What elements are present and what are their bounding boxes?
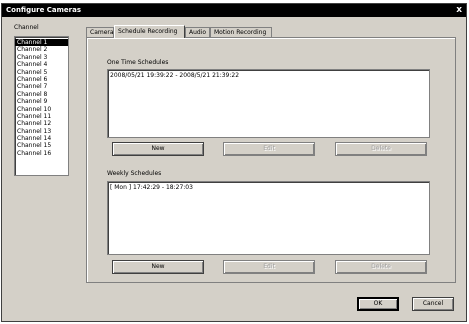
close-icon[interactable]: x [456, 4, 462, 17]
channel-item[interactable]: Channel 9 [15, 98, 68, 105]
weekly-new-button[interactable]: New [112, 260, 204, 274]
tab-schedule-recording[interactable]: Schedule Recording [114, 25, 185, 38]
channel-item[interactable]: Channel 4 [15, 61, 68, 68]
channel-item[interactable]: Channel 12 [15, 120, 68, 127]
one-time-delete-button[interactable]: Delete [335, 142, 427, 156]
weekly-edit-button[interactable]: Edit [223, 260, 315, 274]
channel-item[interactable]: Channel 13 [15, 128, 68, 135]
channel-list[interactable]: Channel 1 Channel 2 Channel 3 Channel 4 … [14, 36, 69, 176]
list-item[interactable]: [ Mon ] 17:42:29 - 18:27:03 [110, 184, 427, 191]
tab-audio[interactable]: Audio [185, 27, 210, 37]
tab-camera[interactable]: Camera [86, 27, 114, 37]
channel-item[interactable]: Channel 7 [15, 83, 68, 90]
configure-cameras-dialog: Configure Cameras x Channel Channel 1 Ch… [1, 3, 467, 322]
channel-item[interactable]: Channel 2 [15, 46, 68, 53]
ok-button[interactable]: OK [357, 297, 399, 311]
channel-item[interactable]: Channel 10 [15, 106, 68, 113]
weekly-schedules-label: Weekly Schedules [107, 170, 162, 177]
channel-item[interactable]: Channel 1 [15, 39, 68, 47]
schedule-recording-panel: One Time Schedules 2008/05/21 19:39:22 -… [86, 37, 456, 283]
list-item[interactable]: 2008/05/21 19:39:22 - 2008/5/21 21:39:22 [110, 72, 427, 79]
channel-item[interactable]: Channel 16 [15, 150, 68, 157]
channel-item[interactable]: Channel 11 [15, 113, 68, 120]
cancel-button[interactable]: Cancel [412, 297, 454, 311]
tab-motion-recording[interactable]: Motion Recording [210, 27, 272, 37]
channel-item[interactable]: Channel 5 [15, 69, 68, 76]
channel-item[interactable]: Channel 14 [15, 135, 68, 142]
channel-item[interactable]: Channel 6 [15, 76, 68, 83]
channel-item[interactable]: Channel 8 [15, 91, 68, 98]
one-time-new-button[interactable]: New [112, 142, 204, 156]
channel-label: Channel [14, 24, 39, 31]
window-title: Configure Cameras [6, 6, 81, 14]
weekly-schedules-list[interactable]: [ Mon ] 17:42:29 - 18:27:03 [107, 181, 430, 255]
weekly-delete-button[interactable]: Delete [335, 260, 427, 274]
channel-item[interactable]: Channel 15 [15, 142, 68, 149]
one-time-edit-button[interactable]: Edit [223, 142, 315, 156]
title-bar[interactable]: Configure Cameras x [2, 4, 466, 17]
one-time-schedules-list[interactable]: 2008/05/21 19:39:22 - 2008/5/21 21:39:22 [107, 69, 430, 138]
channel-item[interactable]: Channel 3 [15, 54, 68, 61]
one-time-schedules-label: One Time Schedules [107, 59, 169, 66]
